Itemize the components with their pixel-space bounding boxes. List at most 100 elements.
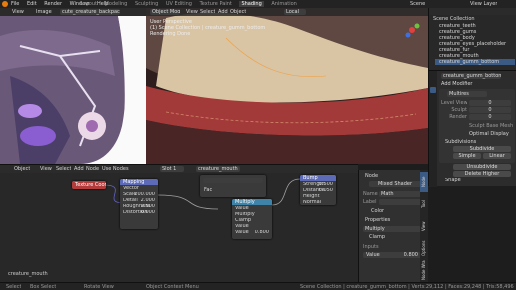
status-context-menu: Object Context Menu: [146, 284, 199, 290]
modifier-row: Render 0: [441, 114, 513, 121]
image-menu[interactable]: Image: [36, 9, 52, 15]
view-layer-selector[interactable]: View Layer: [470, 1, 497, 7]
node-socket-value[interactable]: 0.050: [319, 188, 333, 193]
math-operation-dropdown[interactable]: Multiply: [363, 226, 421, 232]
node-socket-label: Detail: [123, 198, 138, 203]
viewport-view-menu[interactable]: View: [186, 9, 198, 15]
properties-section[interactable]: Properties: [365, 217, 390, 223]
menu-edit[interactable]: Edit: [27, 1, 37, 7]
status-select: Select: [6, 284, 22, 290]
linear-button[interactable]: Linear: [483, 153, 511, 159]
tab-layout[interactable]: Layout: [80, 1, 97, 7]
node-socket-value[interactable]: 2.000: [141, 198, 155, 203]
node-socket-label: Value: [235, 224, 249, 229]
clamp-checkbox[interactable]: Clamp: [369, 234, 385, 240]
node-socket-value[interactable]: 0.500: [319, 182, 333, 187]
tab-texture-paint[interactable]: Texture Paint: [200, 1, 232, 7]
section-shape[interactable]: Shape: [445, 178, 461, 183]
viewport-add-menu[interactable]: Add: [218, 9, 228, 15]
viewport-select-menu[interactable]: Select: [200, 9, 215, 15]
subdivide-button[interactable]: Subdivide: [453, 146, 511, 152]
scene-selector[interactable]: Scene: [410, 1, 425, 7]
top-bar: File Edit Render Window Help Layout Mode…: [0, 0, 516, 8]
sidebar-tab[interactable]: Node: [420, 172, 428, 192]
node-label-field[interactable]: [379, 199, 421, 205]
tab-animation[interactable]: Animation: [271, 1, 297, 7]
optimal-display-checkbox[interactable]: Optimal Display: [469, 131, 509, 137]
object-name-field[interactable]: creature_gumm_bottom: [441, 73, 501, 79]
node-bump[interactable]: Bump Strength 0.500 Distance 0.050 Height Nor…: [300, 175, 336, 205]
node-socket-label: Vector: [123, 186, 139, 191]
node-socket-label: Multiply: [235, 212, 255, 217]
node-mapping[interactable]: Mapping Vector Scale 200.000 Detail 2.000 Rou…: [120, 179, 158, 229]
modifier-name-field[interactable]: Multires: [447, 91, 487, 97]
simple-button[interactable]: Simple: [453, 153, 481, 159]
properties-editor: creature_gumm_bottom Add Modifier Multir…: [428, 70, 516, 187]
tab-sculpting[interactable]: Sculpting: [135, 1, 158, 7]
node-name-field[interactable]: Math: [379, 191, 421, 197]
viewport-3d[interactable]: Object Mode View Select Add Object Local…: [146, 8, 428, 164]
status-stats: Scene Collection | creature_gumm_bottom …: [300, 284, 514, 290]
outliner-item[interactable]: creature_gumm_bottom: [435, 59, 515, 65]
status-box-select: Box Select: [30, 284, 57, 290]
node-name-label: Name: [363, 191, 378, 197]
transform-orientation[interactable]: Local: [284, 9, 306, 15]
wrench-icon[interactable]: [430, 87, 436, 93]
node-sidebar: Node Mixed Shader Name Math Label Color …: [358, 170, 428, 282]
node-fac[interactable]: Fac: [200, 175, 266, 197]
modifier-row: Level Viewport0: [441, 100, 513, 107]
inputs-label: Inputs: [363, 244, 379, 250]
delete-higher-button[interactable]: Delete Higher: [453, 171, 511, 177]
image-editor: View Image cute_creature_backpack.jpg: [0, 8, 146, 164]
node-socket-value[interactable]: 0.000: [141, 210, 155, 215]
tab-shading[interactable]: Shading: [239, 1, 264, 7]
node-mapping-title: Mapping: [120, 179, 158, 185]
modifier-row-value[interactable]: 0: [469, 107, 511, 113]
node-texture-coordinate[interactable]: Texture Coordinate: [72, 181, 106, 189]
value-field[interactable]: Value 0.800: [363, 252, 421, 258]
status-bar: Select Box Select Rotate View Object Con…: [0, 282, 516, 290]
subdivisions-label: Subdivisions: [445, 139, 477, 145]
modifier-row-value[interactable]: 0: [469, 100, 511, 106]
sidebar-tab[interactable]: Tool: [420, 194, 428, 214]
status-rotate-view: Rotate View: [84, 284, 114, 290]
modifier-row-label: Render: [449, 114, 467, 120]
outliner-title: Scene Collection: [433, 16, 475, 22]
menu-file[interactable]: File: [11, 1, 19, 7]
tab-modeling[interactable]: Modeling: [105, 1, 128, 7]
image-view-menu[interactable]: View: [12, 9, 24, 15]
node-socket-row[interactable]: Distortion 0.000: [122, 210, 156, 216]
image-name-field[interactable]: cute_creature_backpack.jpg: [60, 9, 120, 15]
tab-uv-editing[interactable]: UV Editing: [166, 1, 192, 7]
modifier-panel: Multires Level Viewport0Sculpt0Render0 S…: [439, 89, 515, 163]
sidebar-tab[interactable]: Options: [420, 238, 428, 258]
node-editor[interactable]: Object View Select Add Node Use Nodes Sl…: [0, 164, 358, 282]
object-mode-selector[interactable]: Object Mode: [150, 9, 180, 15]
node-socket-value[interactable]: 0.500: [141, 204, 155, 209]
navigation-gizmo[interactable]: [402, 20, 422, 40]
add-modifier-dropdown[interactable]: Add Modifier: [441, 81, 473, 87]
node-bump-title: Bump: [300, 175, 336, 181]
node-type-field[interactable]: Mixed Shader: [369, 181, 421, 187]
menu-render[interactable]: Render: [44, 1, 62, 7]
unsubdivide-button[interactable]: Unsubdivide: [453, 164, 511, 170]
node-socket-value[interactable]: 200.000: [134, 192, 155, 197]
modifier-row-value[interactable]: 0: [469, 114, 511, 120]
node-tree-label: creature_mouth: [8, 271, 48, 277]
node-math-title: Multiply: [232, 199, 272, 205]
sidebar-tab[interactable]: Node Wrangler: [420, 260, 428, 280]
node-socket-row[interactable]: Normal: [302, 200, 334, 206]
node-color-checkbox[interactable]: Color: [371, 208, 384, 214]
node-socket-label: Value: [235, 230, 249, 235]
viewport-object-menu[interactable]: Object: [230, 9, 246, 15]
sidebar-tab[interactable]: View: [420, 216, 428, 236]
node-math[interactable]: Multiply Value Multiply Clamp Value Value 0.8…: [232, 199, 272, 239]
node-socket-value[interactable]: 0.800: [255, 230, 269, 235]
viewport-header: Object Mode View Select Add Object Local: [146, 8, 428, 16]
sidebar-node-section[interactable]: Node: [365, 173, 378, 179]
node-label-label: Label: [363, 199, 377, 205]
blender-logo-icon[interactable]: [2, 1, 8, 7]
node-socket-label: Clamp: [235, 218, 251, 223]
node-socket-row[interactable]: Value 0.800: [234, 230, 270, 236]
sculpt-base-mesh-checkbox[interactable]: Sculpt Base Mesh: [469, 123, 513, 129]
